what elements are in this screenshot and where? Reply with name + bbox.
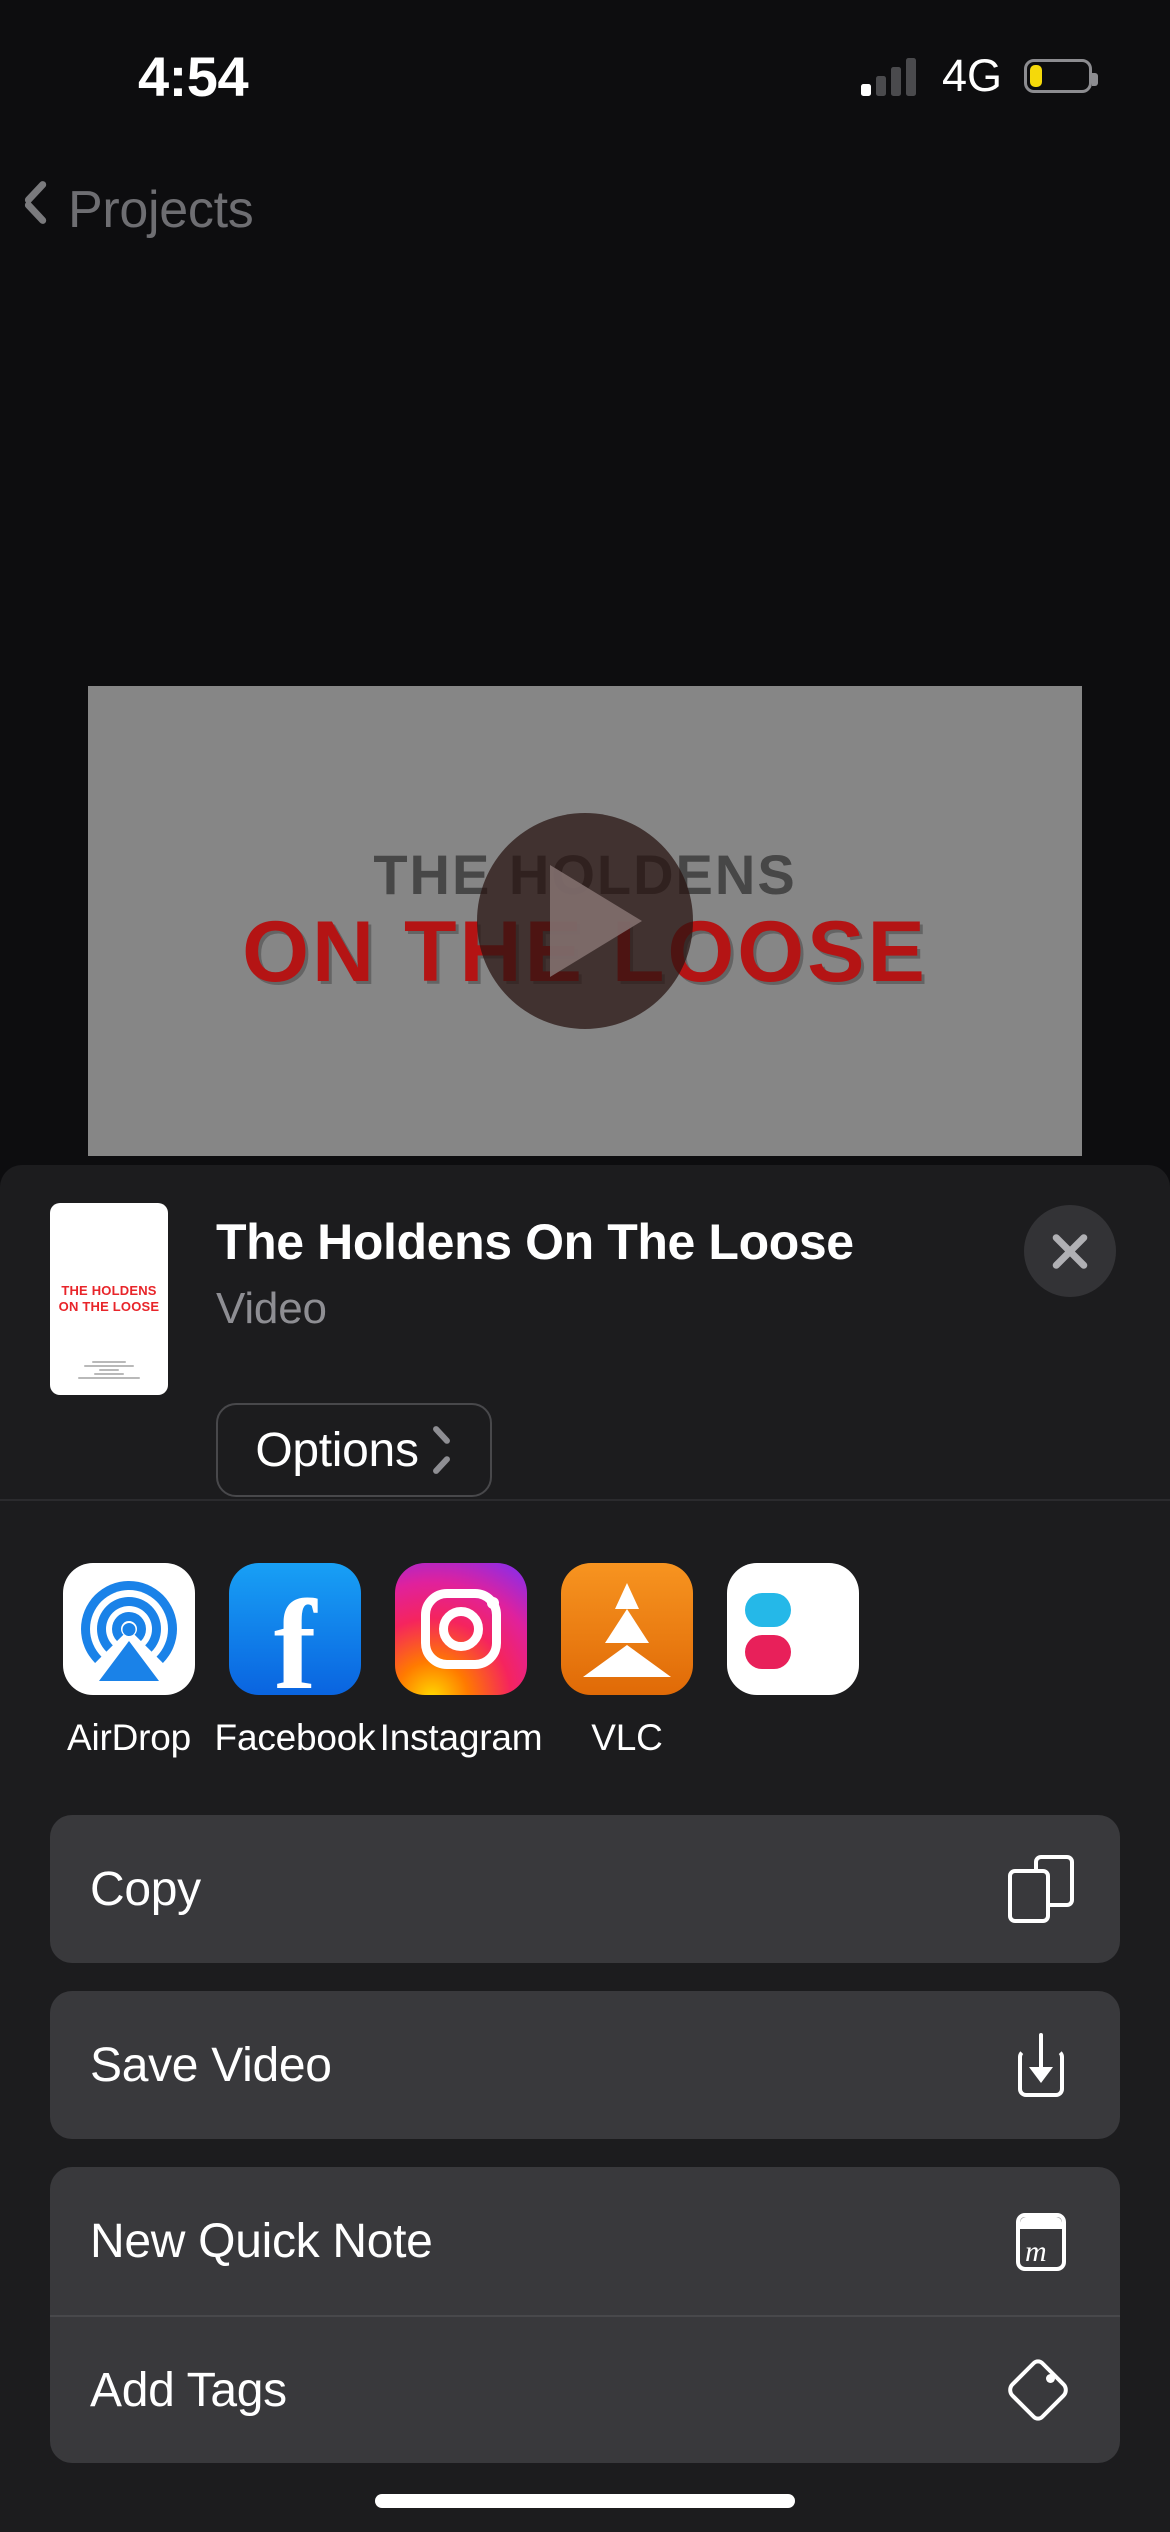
share-action-list: Copy Save Video New Quick Note m Add Tag… — [0, 1801, 1170, 2463]
share-target-label: VLC — [591, 1717, 663, 1758]
share-app-row[interactable]: AirDrop f Facebook Instagram VLC — [0, 1501, 1170, 1801]
cellular-signal-icon — [860, 56, 916, 96]
share-target-partial[interactable] — [710, 1563, 876, 1801]
iphone-screen: 4:54 4G Projects THE HOLDENS ON THE LOOS… — [0, 0, 1170, 2532]
battery-icon — [1024, 59, 1098, 93]
action-row-copy[interactable]: Copy — [50, 1815, 1120, 1963]
save-download-icon — [1006, 2031, 1074, 2099]
action-card-save-video: Save Video — [50, 1991, 1120, 2139]
back-button-label: Projects — [68, 181, 254, 239]
share-target-label: Facebook — [214, 1717, 376, 1758]
action-label: Add Tags — [90, 2363, 287, 2417]
facebook-icon: f — [229, 1563, 361, 1695]
action-card-copy: Copy — [50, 1815, 1120, 1963]
chevron-right-icon — [433, 1432, 453, 1468]
tag-icon — [1004, 2356, 1074, 2424]
share-target-label: AirDrop — [66, 1717, 192, 1758]
item-thumbnail: THE HOLDENS ON THE LOOSE — [50, 1203, 168, 1395]
action-label: New Quick Note — [90, 2214, 433, 2268]
chevron-left-icon — [22, 183, 54, 237]
airdrop-icon — [63, 1563, 195, 1695]
share-target-airdrop[interactable]: AirDrop — [46, 1563, 212, 1801]
share-sheet-header: THE HOLDENS ON THE LOOSE The Holdens On … — [0, 1165, 1170, 1501]
play-button[interactable] — [477, 813, 693, 1029]
carrier-label: 4G — [941, 50, 1002, 101]
share-target-vlc[interactable]: VLC — [544, 1563, 710, 1801]
copy-icon — [1006, 1855, 1074, 1923]
quick-note-icon: m — [1006, 2207, 1074, 2275]
vlc-icon — [561, 1563, 693, 1695]
navigation-bar: Projects — [0, 150, 1170, 270]
close-button[interactable] — [1024, 1205, 1116, 1297]
share-target-facebook[interactable]: f Facebook — [212, 1563, 378, 1801]
share-sheet: THE HOLDENS ON THE LOOSE The Holdens On … — [0, 1165, 1170, 2532]
options-button[interactable]: Options — [216, 1403, 492, 1497]
partial-app-icon — [727, 1563, 859, 1695]
share-item-subtype: Video — [216, 1284, 327, 1333]
action-row-save-video[interactable]: Save Video — [50, 1991, 1120, 2139]
action-row-add-tags[interactable]: Add Tags — [50, 2315, 1120, 2463]
thumbnail-credits — [50, 1361, 168, 1379]
options-button-label: Options — [255, 1423, 419, 1477]
instagram-icon — [395, 1563, 527, 1695]
share-target-label: Instagram — [379, 1717, 543, 1758]
video-preview[interactable]: THE HOLDENS ON THE LOOSE — [88, 686, 1082, 1156]
close-icon — [1047, 1228, 1093, 1274]
status-bar: 4:54 4G — [0, 0, 1170, 132]
share-item-title: The Holdens On The Loose — [216, 1214, 854, 1270]
action-row-new-quick-note[interactable]: New Quick Note m — [50, 2167, 1120, 2315]
action-card-notes-tags: New Quick Note m Add Tags — [50, 2167, 1120, 2463]
action-label: Save Video — [90, 2038, 332, 2092]
play-icon — [550, 865, 642, 977]
share-target-instagram[interactable]: Instagram — [378, 1563, 544, 1801]
home-indicator[interactable] — [375, 2494, 795, 2508]
action-label: Copy — [90, 1862, 201, 1916]
status-indicators: 4G — [860, 50, 1098, 102]
back-button[interactable]: Projects — [22, 180, 254, 240]
status-time: 4:54 — [138, 45, 249, 108]
thumbnail-title: THE HOLDENS ON THE LOOSE — [58, 1283, 160, 1314]
share-item-info: The Holdens On The Loose Video — [216, 1215, 854, 1334]
